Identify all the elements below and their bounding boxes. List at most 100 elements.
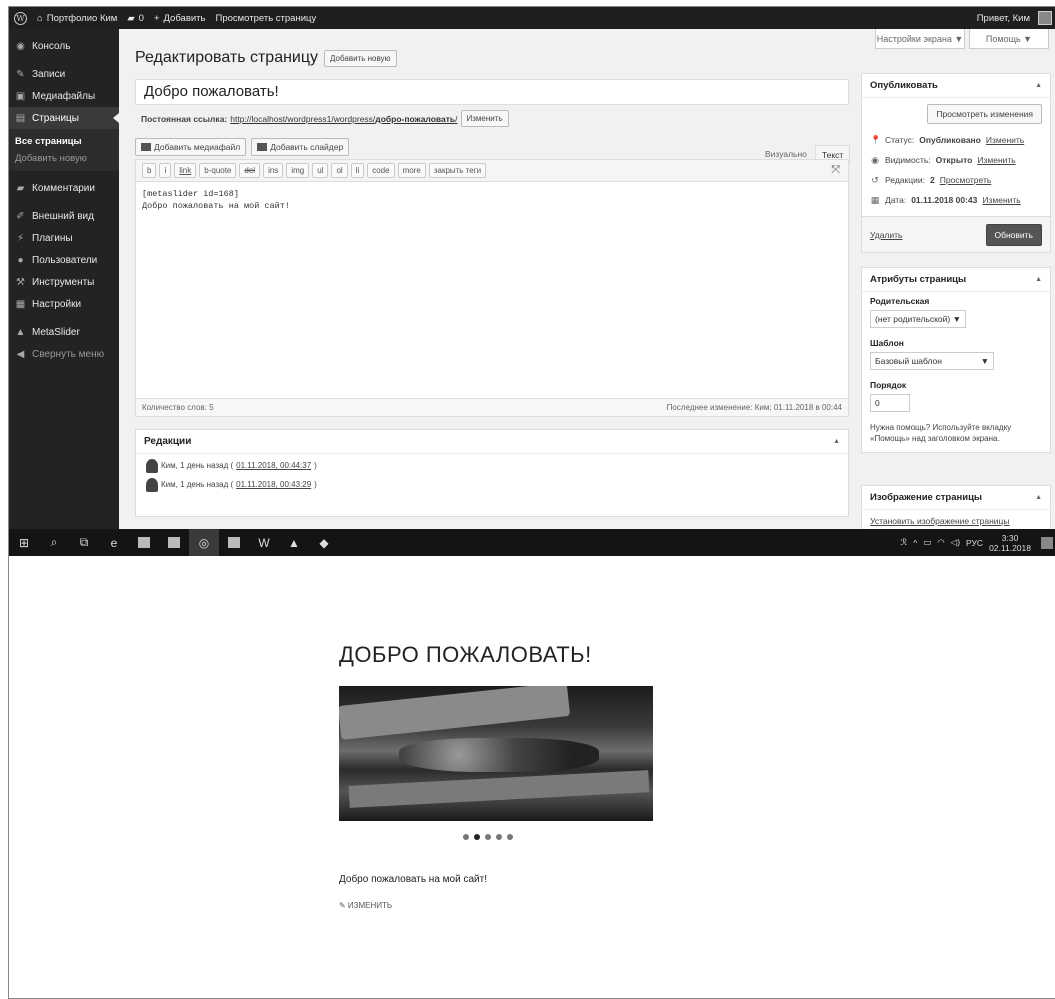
- qt-italic[interactable]: i: [159, 163, 172, 178]
- sidebar-item-comments[interactable]: ▰ Комментарии: [9, 177, 119, 199]
- edge-icon[interactable]: e: [99, 529, 129, 556]
- store-icon[interactable]: [159, 529, 189, 556]
- slider-image[interactable]: [339, 686, 653, 821]
- photos-icon[interactable]: ▲: [279, 529, 309, 556]
- battery-icon[interactable]: ▭: [923, 537, 931, 548]
- revision-link[interactable]: 01.11.2018, 00:43:29: [236, 480, 311, 489]
- template-select[interactable]: Базовый шаблон ▼: [870, 352, 994, 370]
- avatar: [146, 458, 158, 473]
- metaslider-icon: ▲: [15, 326, 26, 338]
- post-title-input[interactable]: Добро пожаловать!: [135, 79, 849, 105]
- search-icon[interactable]: ⌕: [39, 529, 69, 556]
- status-edit-link[interactable]: Изменить: [986, 135, 1024, 145]
- site-name-link[interactable]: ⌂ Портфолио Ким: [32, 7, 122, 29]
- qt-bold[interactable]: b: [142, 163, 157, 178]
- featured-image-header[interactable]: Изображение страницы ▲: [862, 486, 1050, 510]
- sidebar-item-collapse[interactable]: ◀ Свернуть меню: [9, 343, 119, 365]
- windows-start-icon[interactable]: ⊞: [9, 529, 39, 556]
- wp-logo-icon[interactable]: W: [9, 7, 32, 29]
- sidebar-item-posts[interactable]: ✎ Записи: [9, 63, 119, 85]
- app-icon[interactable]: [219, 529, 249, 556]
- qt-blockquote[interactable]: b-quote: [199, 163, 237, 178]
- plus-icon: +: [153, 12, 160, 24]
- admin-sidebar: ◉ Консоль ✎ Записи ▣ Медиафайлы ▤ Страницы В…: [9, 29, 119, 537]
- wifi-icon[interactable]: ◠: [937, 537, 944, 548]
- view-page-link[interactable]: Просмотреть страницу: [211, 7, 322, 29]
- qt-li[interactable]: li: [350, 163, 365, 178]
- task-view-icon[interactable]: ⧉: [69, 529, 99, 556]
- sidebar-item-plugins[interactable]: ⚡ Плагины: [9, 227, 119, 249]
- update-button[interactable]: Обновить: [985, 223, 1042, 246]
- set-featured-image-link[interactable]: Установить изображение страницы: [870, 516, 1010, 526]
- qt-link[interactable]: link: [174, 163, 197, 178]
- sidebar-item-dashboard[interactable]: ◉ Консоль: [9, 35, 119, 57]
- editor-textarea[interactable]: [metaslider id=168] Добро пожаловать на …: [136, 182, 848, 218]
- preview-changes-button[interactable]: Просмотреть изменения: [927, 104, 1042, 124]
- sidebar-item-users[interactable]: ● Пользователи: [9, 249, 119, 271]
- qt-close-tags[interactable]: закрыть теги: [428, 163, 487, 178]
- revision-link[interactable]: 01.11.2018, 00:44:37: [236, 461, 311, 470]
- slider-dot[interactable]: [496, 834, 502, 840]
- fullscreen-icon[interactable]: ⤧: [831, 164, 840, 177]
- word-icon[interactable]: W: [249, 529, 279, 556]
- revisions-view-link[interactable]: Просмотреть: [940, 175, 992, 185]
- chrome-icon[interactable]: ◎: [189, 529, 219, 556]
- qt-ul[interactable]: ul: [312, 163, 329, 178]
- media-buttons: Добавить медиафайл Добавить слайдер: [135, 138, 350, 156]
- tray-chevron-icon[interactable]: ^: [913, 538, 917, 548]
- qt-code[interactable]: code: [367, 163, 395, 178]
- sidebar-item-appearance[interactable]: ✐ Внешний вид: [9, 205, 119, 227]
- file-explorer-icon[interactable]: [129, 529, 159, 556]
- sidebar-item-media[interactable]: ▣ Медиафайлы: [9, 85, 119, 107]
- add-slider-button[interactable]: Добавить слайдер: [251, 138, 350, 156]
- slider-dot[interactable]: [474, 834, 480, 840]
- permalink-edit-button[interactable]: Изменить: [460, 110, 509, 127]
- slider-dot[interactable]: [507, 834, 513, 840]
- screen-options-button[interactable]: Настройки экрана ▼: [875, 29, 965, 49]
- volume-icon[interactable]: ◁): [951, 537, 960, 548]
- tools-icon: ⚒: [16, 276, 25, 288]
- sidebar-subitem-add-new[interactable]: Добавить новую: [9, 150, 119, 167]
- sidebar-item-tools[interactable]: ⚒ Инструменты: [9, 271, 119, 293]
- sidebar-item-settings[interactable]: ▦ Настройки: [9, 293, 119, 315]
- language-indicator[interactable]: РУС: [966, 538, 983, 548]
- add-new-link[interactable]: + Добавить: [149, 7, 211, 29]
- collapse-arrow-icon[interactable]: ▲: [833, 438, 840, 445]
- page-title: Редактировать страницу: [135, 49, 319, 66]
- parent-select[interactable]: (нет родительской) ▼: [870, 310, 966, 328]
- maps-icon[interactable]: ◆: [309, 529, 339, 556]
- order-input[interactable]: 0: [870, 394, 910, 412]
- sidebar-item-pages[interactable]: ▤ Страницы: [9, 107, 119, 129]
- people-icon[interactable]: ℛ: [900, 537, 907, 548]
- comments-link[interactable]: ▰ 0: [122, 7, 149, 29]
- preview-edit-link[interactable]: ✎ ИЗМЕНИТЬ: [339, 901, 392, 910]
- slider-dot[interactable]: [463, 834, 469, 840]
- publish-header[interactable]: Опубликовать ▲: [862, 74, 1050, 98]
- notifications-icon[interactable]: [1041, 536, 1053, 549]
- quicktags-toolbar: b i link b-quote del ins img ul ol li co…: [136, 160, 848, 182]
- clock[interactable]: 3:30 02.11.2018: [989, 533, 1031, 553]
- qt-ol[interactable]: ol: [331, 163, 348, 178]
- sidebar-item-metaslider[interactable]: ▲ MetaSlider: [9, 321, 119, 343]
- permalink-url[interactable]: http://localhost/wordpress1/wordpress/до…: [230, 114, 457, 124]
- qt-del[interactable]: del: [239, 163, 261, 178]
- slider-dot[interactable]: [485, 834, 491, 840]
- qt-more[interactable]: more: [397, 163, 426, 178]
- add-new-page-button[interactable]: Добавить новую: [324, 49, 397, 67]
- collapse-arrow-icon[interactable]: ▲: [1035, 494, 1042, 501]
- help-button[interactable]: Помощь ▼: [969, 29, 1049, 49]
- collapse-arrow-icon[interactable]: ▲: [1035, 276, 1042, 283]
- qt-ins[interactable]: ins: [263, 163, 284, 178]
- delete-link[interactable]: Удалить: [870, 230, 902, 240]
- attributes-help: Нужна помощь? Используйте вкладку «Помощ…: [870, 423, 1012, 443]
- user-greeting[interactable]: Привет, Ким: [972, 7, 1055, 29]
- attributes-header[interactable]: Атрибуты страницы ▲: [862, 268, 1050, 292]
- last-edit: Последнее изменение: Ким; 01.11.2018 в 0…: [666, 403, 842, 412]
- add-media-button[interactable]: Добавить медиафайл: [135, 138, 247, 156]
- collapse-arrow-icon[interactable]: ▲: [1035, 82, 1042, 89]
- date-edit-link[interactable]: Изменить: [982, 195, 1020, 205]
- qt-img[interactable]: img: [286, 163, 310, 178]
- revisions-header[interactable]: Редакции ▲: [136, 430, 848, 454]
- visibility-edit-link[interactable]: Изменить: [977, 155, 1015, 165]
- sidebar-subitem-all-pages[interactable]: Все страницы: [9, 133, 119, 150]
